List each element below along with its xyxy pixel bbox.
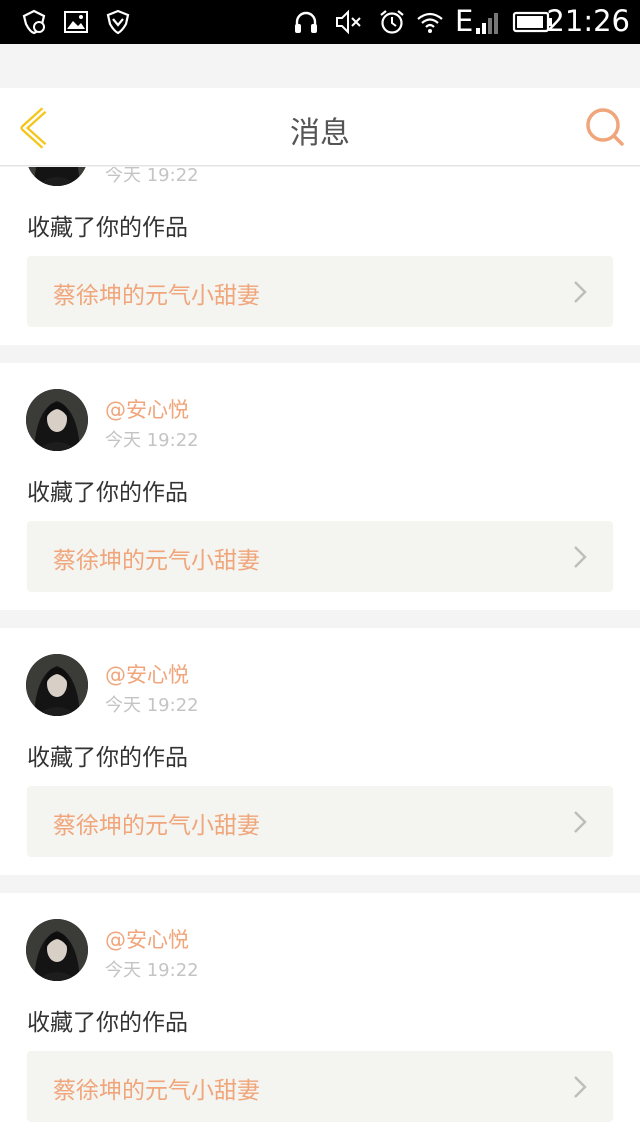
timestamp: 今天 19:22 xyxy=(105,430,199,451)
avatar-image xyxy=(26,654,88,716)
message-card: @安心悦 今天 19:22 收藏了你的作品 蔡徐坤的元气小甜妻 xyxy=(0,628,640,875)
work-title: 蔡徐坤的元气小甜妻 xyxy=(53,1078,260,1104)
mute-icon xyxy=(336,9,361,35)
message-card: @安心悦 今天 19:22 收藏了你的作品 蔡徐坤的元气小甜妻 xyxy=(0,167,640,345)
vpn-shield-icon xyxy=(106,9,130,35)
avatar[interactable] xyxy=(26,654,88,716)
avatar[interactable] xyxy=(26,389,88,451)
top-spacer xyxy=(0,44,640,88)
timestamp: 今天 19:22 xyxy=(105,167,199,186)
avatar[interactable] xyxy=(26,919,88,981)
image-icon xyxy=(64,11,88,33)
avatar-image xyxy=(26,919,88,981)
avatar-image xyxy=(26,167,88,186)
work-link[interactable]: 蔡徐坤的元气小甜妻 xyxy=(27,786,613,857)
timestamp: 今天 19:22 xyxy=(105,960,199,981)
chevron-right-icon xyxy=(574,1076,587,1098)
timestamp: 今天 19:22 xyxy=(105,695,199,716)
headphones-icon xyxy=(295,11,317,33)
action-text: 收藏了你的作品 xyxy=(27,745,188,771)
message-card: @安心悦 今天 19:22 收藏了你的作品 蔡徐坤的元气小甜妻 xyxy=(0,363,640,610)
network-type-label: E xyxy=(455,4,474,38)
action-text: 收藏了你的作品 xyxy=(27,215,188,241)
message-card: @安心悦 今天 19:22 收藏了你的作品 蔡徐坤的元气小甜妻 xyxy=(0,893,640,1138)
chevron-right-icon xyxy=(574,281,587,303)
chevron-right-icon xyxy=(574,811,587,833)
action-text: 收藏了你的作品 xyxy=(27,480,188,506)
alarm-icon xyxy=(380,10,404,34)
work-link[interactable]: 蔡徐坤的元气小甜妻 xyxy=(27,521,613,592)
message-list-inner: @安心悦 今天 19:22 收藏了你的作品 蔡徐坤的元气小甜妻 @安心悦 今天 … xyxy=(0,167,640,1138)
work-title: 蔡徐坤的元气小甜妻 xyxy=(53,283,260,309)
search-icon[interactable] xyxy=(584,106,626,148)
username[interactable]: @安心悦 xyxy=(105,924,189,954)
work-link[interactable]: 蔡徐坤的元气小甜妻 xyxy=(27,256,613,327)
work-title: 蔡徐坤的元气小甜妻 xyxy=(53,548,260,574)
signal-icon xyxy=(476,13,498,34)
username[interactable]: @安心悦 xyxy=(105,659,189,689)
action-text: 收藏了你的作品 xyxy=(27,1010,188,1036)
clock: 21:26 xyxy=(546,4,630,38)
username[interactable]: @安心悦 xyxy=(105,394,189,424)
avatar[interactable] xyxy=(26,167,88,186)
status-bar: E 21:26 xyxy=(0,0,640,44)
work-link[interactable]: 蔡徐坤的元气小甜妻 xyxy=(27,1051,613,1122)
nav-header: 消息 xyxy=(0,88,640,166)
avatar-image xyxy=(26,389,88,451)
work-title: 蔡徐坤的元气小甜妻 xyxy=(53,813,260,839)
shield-notification-icon xyxy=(22,9,46,35)
message-list[interactable]: @安心悦 今天 19:22 收藏了你的作品 蔡徐坤的元气小甜妻 @安心悦 今天 … xyxy=(0,167,640,1138)
chevron-right-icon xyxy=(574,546,587,568)
wifi-icon xyxy=(417,12,443,33)
page-title: 消息 xyxy=(290,116,350,151)
